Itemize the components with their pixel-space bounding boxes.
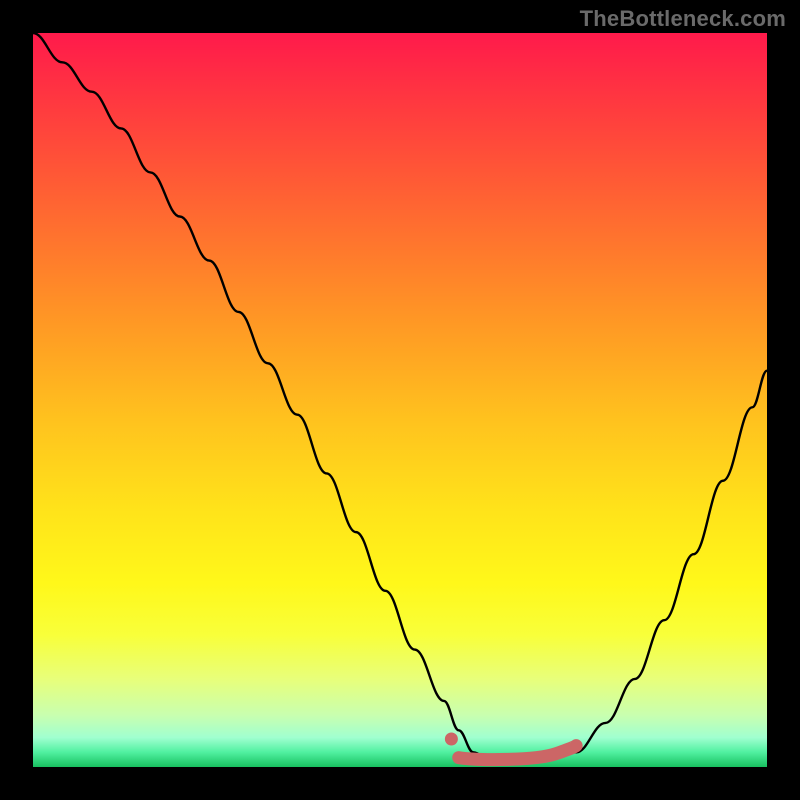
watermark-label: TheBottleneck.com <box>580 6 786 32</box>
optimal-marker-dot <box>445 732 458 745</box>
bottleneck-curve <box>33 33 767 760</box>
chart-frame: TheBottleneck.com <box>0 0 800 800</box>
chart-svg <box>33 33 767 767</box>
